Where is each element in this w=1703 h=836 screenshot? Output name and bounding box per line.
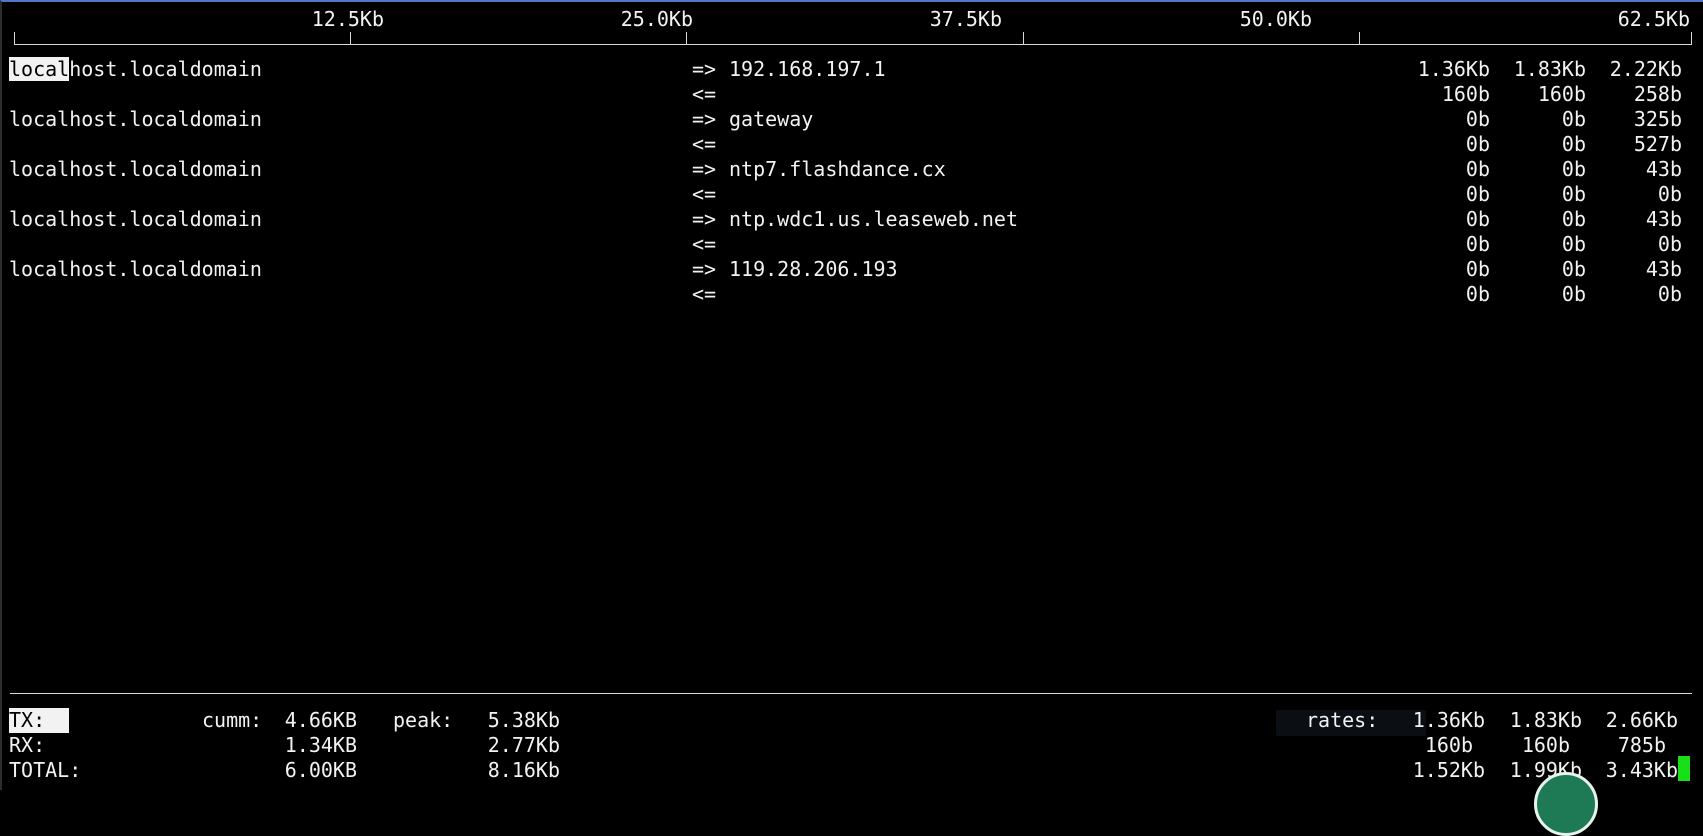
rx-total-rate-2s: 160b <box>1424 733 1473 757</box>
rx-rate-10s: 160b <box>1537 82 1586 106</box>
iftop-terminal[interactable]: 12.5Kb 25.0Kb 37.5Kb 50.0Kb 62.5Kb local… <box>0 0 1703 836</box>
rx-rate-2s: 0b <box>1465 132 1490 156</box>
connection-destination: gateway <box>729 107 814 131</box>
rx-rate-40s: 527b <box>1633 132 1682 156</box>
tx-rate-10s: 0b <box>1561 257 1586 281</box>
peak-label: peak: <box>393 708 454 732</box>
scale-label-2: 25.0Kb <box>620 7 693 31</box>
send-arrow: => <box>692 257 717 281</box>
tx-rate-2s: 0b <box>1465 257 1490 281</box>
rx-rate-40s: 0b <box>1657 232 1682 256</box>
rx-rate-10s: 0b <box>1561 182 1586 206</box>
rx-label: RX: <box>9 733 46 757</box>
scale-tick-4 <box>1359 32 1360 45</box>
rx-rate-40s: 0b <box>1657 182 1682 206</box>
totals-separator <box>10 693 1692 694</box>
send-arrow: => <box>692 207 717 231</box>
rx-total-rate-40s: 785b <box>1617 733 1666 757</box>
scale-label-1: 12.5Kb <box>311 7 384 31</box>
tx-total-rate-40s: 2.66Kb <box>1605 708 1678 732</box>
tx-rate-40s: 43b <box>1645 157 1682 181</box>
tx-rate-40s: 43b <box>1645 257 1682 281</box>
tx-rate-10s: 0b <box>1561 207 1586 231</box>
receive-arrow: <= <box>692 182 717 206</box>
connection-source: localhost.localdomain <box>9 157 262 181</box>
scale-tick-1 <box>350 32 351 45</box>
send-arrow: => <box>692 107 717 131</box>
send-arrow: => <box>692 57 717 81</box>
text-cursor-highlight: local <box>9 57 70 81</box>
total-peak: 8.16Kb <box>487 758 560 782</box>
tx-rate-2s: 0b <box>1465 107 1490 131</box>
scale-label-4: 50.0Kb <box>1239 7 1312 31</box>
rx-rate-10s: 0b <box>1561 282 1586 306</box>
rx-rate-40s: 258b <box>1633 82 1682 106</box>
rx-rate-2s: 0b <box>1465 182 1490 206</box>
tx-rate-2s: 1.36Kb <box>1417 57 1490 81</box>
connection-destination: ntp7.flashdance.cx <box>729 157 946 181</box>
connection-source: localhost.localdomain <box>9 107 262 131</box>
scale-tick-2 <box>686 32 687 45</box>
rx-cumulative: 1.34KB <box>284 733 357 757</box>
tx-cumulative: 4.66KB <box>284 708 357 732</box>
tx-total-rate-2s: 1.36Kb <box>1412 708 1485 732</box>
tx-rate-40s: 43b <box>1645 207 1682 231</box>
tx-rate-10s: 0b <box>1561 157 1586 181</box>
scale-tick-5 <box>1691 32 1692 45</box>
connection-source: localhost.localdomain <box>9 57 262 81</box>
rx-rate-2s: 0b <box>1465 232 1490 256</box>
connection-source: localhost.localdomain <box>9 207 262 231</box>
rx-total-rate-10s: 160b <box>1521 733 1570 757</box>
tx-rate-10s: 0b <box>1561 107 1586 131</box>
total-rate-40s: 3.43Kb <box>1605 758 1678 782</box>
receive-arrow: <= <box>692 82 717 106</box>
tx-rate-10s: 1.83Kb <box>1513 57 1586 81</box>
connection-destination: ntp.wdc1.us.leaseweb.net <box>729 207 1018 231</box>
rx-peak: 2.77Kb <box>487 733 560 757</box>
scale-label-3: 37.5Kb <box>929 7 1002 31</box>
rx-rate-2s: 0b <box>1465 282 1490 306</box>
rx-rate-2s: 160b <box>1441 82 1490 106</box>
send-arrow: => <box>692 157 717 181</box>
receive-arrow: <= <box>692 282 717 306</box>
tx-peak: 5.38Kb <box>487 708 560 732</box>
connection-destination: 119.28.206.193 <box>729 257 898 281</box>
floating-assistant-button[interactable] <box>1534 772 1598 836</box>
terminal-cursor <box>1678 756 1690 781</box>
tx-rate-40s: 2.22Kb <box>1609 57 1682 81</box>
tx-rate-2s: 0b <box>1465 157 1490 181</box>
rx-rate-10s: 0b <box>1561 132 1586 156</box>
scale-axis <box>14 44 1692 45</box>
tx-total-rate-10s: 1.83Kb <box>1509 708 1582 732</box>
total-rate-2s: 1.52Kb <box>1412 758 1485 782</box>
connection-source: localhost.localdomain <box>9 257 262 281</box>
connection-destination: 192.168.197.1 <box>729 57 886 81</box>
tx-rate-40s: 325b <box>1633 107 1682 131</box>
tx-label: TX: <box>9 708 69 733</box>
rates-label: rates: <box>1306 708 1379 732</box>
total-cumulative: 6.00KB <box>284 758 357 782</box>
tx-rate-2s: 0b <box>1465 207 1490 231</box>
scale-tick-0 <box>14 32 15 45</box>
total-label: TOTAL: <box>9 758 82 782</box>
rx-rate-40s: 0b <box>1657 282 1682 306</box>
cumm-label: cumm: <box>202 708 263 732</box>
scale-tick-3 <box>1023 32 1024 45</box>
rx-rate-10s: 0b <box>1561 232 1586 256</box>
scale-label-5: 62.5Kb <box>1617 7 1690 31</box>
receive-arrow: <= <box>692 232 717 256</box>
receive-arrow: <= <box>692 132 717 156</box>
